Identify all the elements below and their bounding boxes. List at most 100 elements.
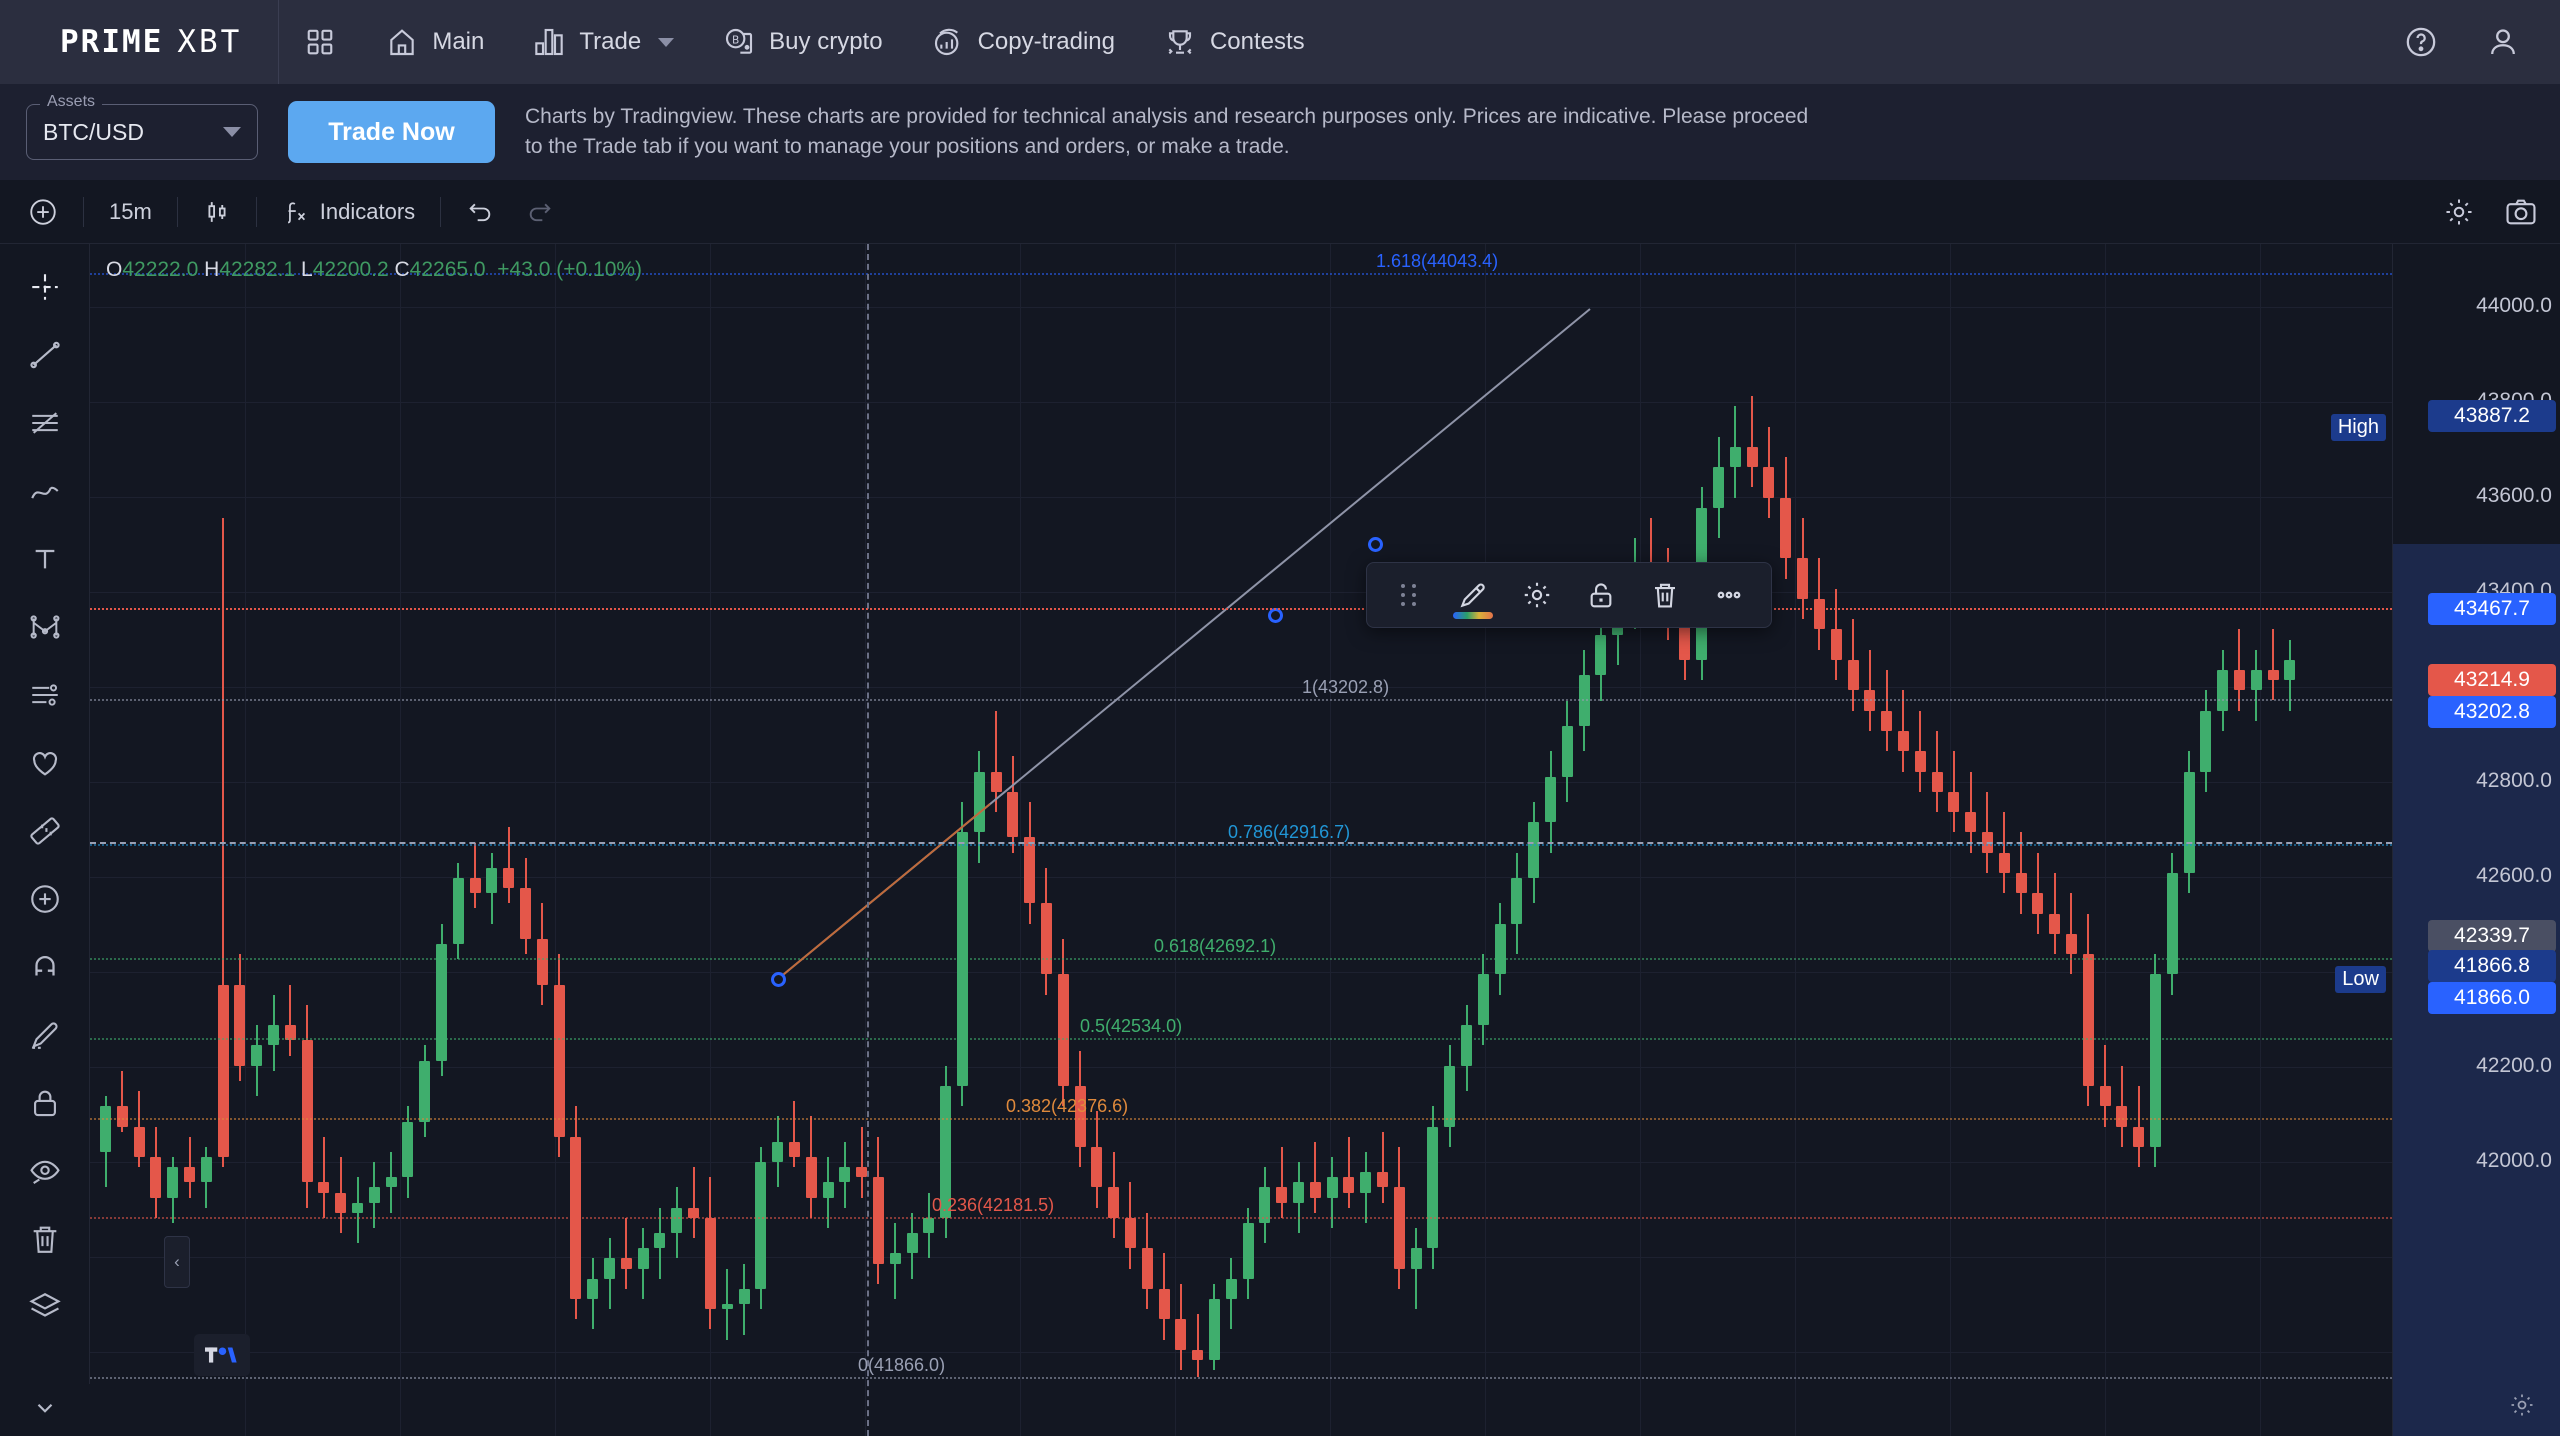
crosshair-vertical bbox=[867, 244, 869, 1436]
tradingview-logo[interactable] bbox=[194, 1334, 250, 1376]
magnet-icon[interactable] bbox=[14, 936, 76, 998]
indicators-label: Indicators bbox=[319, 198, 416, 224]
price-tick: 42200.0 bbox=[2476, 1054, 2552, 1077]
ohlc-low-value: 42200.2 bbox=[312, 258, 389, 281]
fib-level-line bbox=[90, 1038, 2392, 1041]
nav-item-buy-crypto[interactable]: B Buy crypto bbox=[698, 0, 906, 84]
svg-text:B: B bbox=[732, 33, 739, 46]
nav-item-contests[interactable]: Contests bbox=[1139, 0, 1329, 84]
fx-icon bbox=[287, 201, 305, 223]
undo-button[interactable] bbox=[452, 189, 508, 235]
fib-level-label: 1.618(44043.4) bbox=[1376, 250, 1499, 271]
brush-icon[interactable] bbox=[14, 460, 76, 522]
chart-type-button[interactable] bbox=[189, 189, 245, 235]
assets-select-box[interactable]: BTC/USD bbox=[26, 104, 258, 160]
patterns-icon[interactable] bbox=[14, 596, 76, 658]
fib-level-line bbox=[90, 699, 2392, 702]
collapse-panel-button[interactable]: ‹ bbox=[164, 1236, 190, 1288]
plus-circle-icon bbox=[30, 198, 56, 225]
price-tick: 44000.0 bbox=[2476, 294, 2552, 317]
toolbar-divider bbox=[83, 196, 84, 227]
trend-line-icon[interactable] bbox=[14, 324, 76, 386]
fib-level-line bbox=[90, 1377, 2392, 1380]
chevron-down-icon[interactable] bbox=[223, 127, 241, 137]
ohlc-open-value: 42222.0 bbox=[122, 258, 199, 281]
assets-selector[interactable]: BTC/USD Assets bbox=[26, 93, 258, 160]
price-badge-crosshair: 42339.7 bbox=[2428, 920, 2556, 952]
color-swatch[interactable] bbox=[1453, 612, 1493, 619]
high-marker-label: High bbox=[2330, 414, 2386, 441]
camera-icon[interactable] bbox=[2504, 195, 2538, 229]
interval-button[interactable]: 15m bbox=[95, 189, 166, 235]
object-tree-icon[interactable] bbox=[14, 1276, 76, 1338]
drag-handle[interactable] bbox=[1381, 569, 1437, 621]
hide-drawings-icon[interactable] bbox=[14, 1140, 76, 1202]
ohlc-legend: O42222.0 H42282.1 L42200.2 C42265.0 +43.… bbox=[106, 258, 642, 282]
measure-icon[interactable] bbox=[14, 800, 76, 862]
cross-cursor-icon[interactable] bbox=[14, 256, 76, 318]
crosshair-horizontal bbox=[90, 842, 2392, 844]
gear-icon[interactable] bbox=[2442, 195, 2476, 229]
fib-anchor-start[interactable] bbox=[771, 972, 786, 987]
fib-level-label: 0.618(42692.1) bbox=[1154, 936, 1277, 957]
current-price-line bbox=[90, 608, 2392, 610]
price-badge-current: 43214.9 bbox=[2428, 664, 2556, 696]
fib-anchor-mid[interactable] bbox=[1268, 608, 1283, 623]
forecast-icon[interactable] bbox=[14, 664, 76, 726]
floating-drawing-toolbar[interactable] bbox=[1366, 562, 1772, 628]
text-icon[interactable] bbox=[14, 528, 76, 590]
user-icon[interactable] bbox=[2486, 25, 2520, 59]
chart-settings-gear-icon[interactable] bbox=[2508, 1391, 2536, 1424]
fibonacci-retracement[interactable]: 0(41866.0) 0.236(42181.5) 0.382(42376.6) 0.… bbox=[90, 244, 2392, 1436]
chart-main-area: O42222.0 H42282.1 L42200.2 C42265.0 +43.… bbox=[0, 244, 2560, 1436]
nav-label-copy-trading: Copy-trading bbox=[977, 28, 1115, 55]
gear-icon[interactable] bbox=[1509, 569, 1565, 621]
grid-icon bbox=[303, 25, 337, 59]
price-tick: 43600.0 bbox=[2476, 484, 2552, 507]
chart-canvas[interactable]: O42222.0 H42282.1 L42200.2 C42265.0 +43.… bbox=[90, 244, 2392, 1436]
pencil-icon[interactable] bbox=[1445, 569, 1501, 621]
price-scale[interactable]: 44000.0 43800.0 43600.0 43400.0 43000.0 … bbox=[2392, 244, 2560, 1436]
add-symbol-button[interactable] bbox=[14, 189, 72, 235]
disclaimer-text: Charts by Tradingview. These charts are … bbox=[525, 105, 1809, 158]
price-badge-high: 43887.2 bbox=[2428, 400, 2556, 432]
undo-icon bbox=[469, 203, 491, 221]
home-icon bbox=[385, 25, 419, 59]
brand-prime: PRIME bbox=[60, 24, 164, 60]
help-circle-icon[interactable] bbox=[2404, 25, 2438, 59]
redo-button[interactable] bbox=[512, 189, 568, 235]
price-tick: 42600.0 bbox=[2476, 864, 2552, 887]
drawing-mode-icon[interactable] bbox=[14, 1004, 76, 1066]
trade-now-button[interactable]: Trade Now bbox=[288, 101, 495, 163]
chevron-down-icon[interactable] bbox=[658, 37, 675, 47]
ohlc-change: +43.0 bbox=[497, 258, 551, 281]
ohlc-change-pct: (+0.10%) bbox=[556, 258, 643, 281]
ohlc-open-label: O bbox=[106, 258, 123, 281]
copy-trading-icon bbox=[931, 25, 965, 59]
nav-items: Main Trade B Buy crypto Copy-trading Con… bbox=[279, 0, 1328, 84]
nav-item-apps[interactable] bbox=[279, 0, 361, 84]
favorites-heart-icon[interactable] bbox=[14, 732, 76, 794]
price-tick: 42000.0 bbox=[2476, 1149, 2552, 1172]
ohlc-high-label: H bbox=[204, 258, 220, 281]
nav-item-main[interactable]: Main bbox=[361, 0, 508, 84]
brand-logo[interactable]: PRIME XBT bbox=[0, 0, 278, 84]
nav-item-trade[interactable]: Trade bbox=[508, 0, 698, 84]
fib-anchor-end[interactable] bbox=[1368, 537, 1383, 552]
chevron-down-icon[interactable] bbox=[32, 1395, 58, 1426]
indicators-button[interactable]: Indicators bbox=[268, 189, 429, 235]
toolbar-divider bbox=[255, 196, 257, 227]
zoom-in-icon[interactable] bbox=[14, 868, 76, 930]
nav-label-contests: Contests bbox=[1209, 28, 1305, 55]
nav-label-trade: Trade bbox=[579, 28, 642, 55]
lock-icon[interactable] bbox=[14, 1072, 76, 1134]
price-tick: 42800.0 bbox=[2476, 769, 2552, 792]
asset-sub-bar: BTC/USD Assets Trade Now Charts by Tradi… bbox=[0, 84, 2560, 180]
nav-item-copy-trading[interactable]: Copy-trading bbox=[907, 0, 1139, 84]
unlock-icon[interactable] bbox=[1573, 569, 1629, 621]
trash-icon[interactable] bbox=[1637, 569, 1693, 621]
more-horizontal-icon[interactable] bbox=[1701, 569, 1757, 621]
remove-drawings-icon[interactable] bbox=[14, 1208, 76, 1270]
fib-retracement-icon[interactable] bbox=[14, 392, 76, 454]
fib-level-label: 1(43202.8) bbox=[1302, 677, 1390, 698]
